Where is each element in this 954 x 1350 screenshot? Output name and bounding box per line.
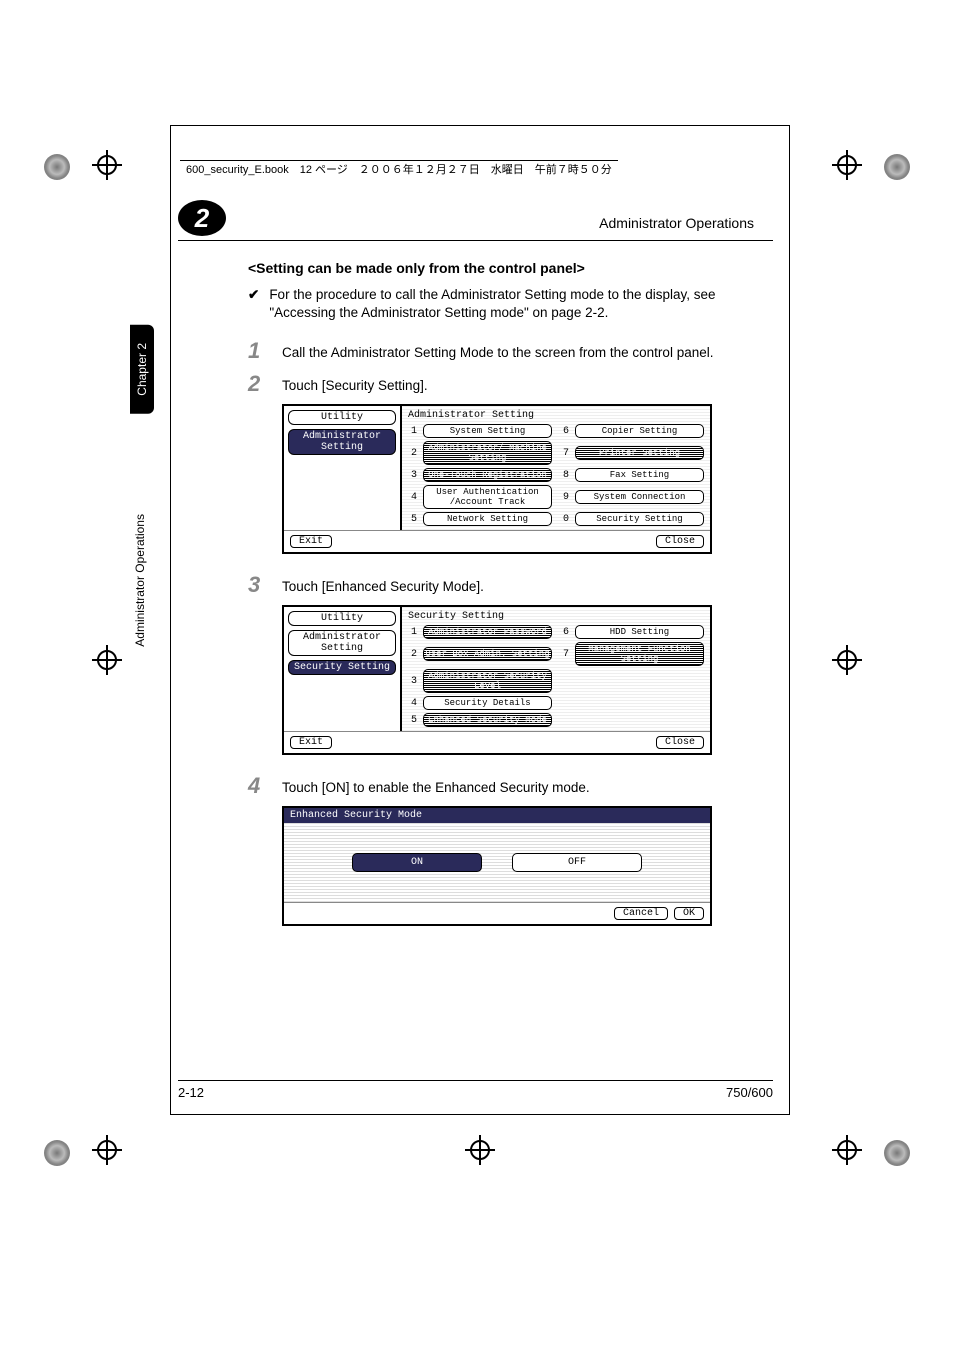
close-button[interactable]: Close	[656, 736, 704, 749]
step-1: 1 Call the Administrator Setting Mode to…	[248, 340, 768, 363]
registration-mark-icon	[832, 645, 862, 675]
menu-printer-setting[interactable]: 7Printer Setting	[560, 441, 704, 465]
menu-user-auth[interactable]: 4User Authentication /Account Track	[408, 485, 552, 509]
page-footer: 2-12 750/600	[178, 1080, 773, 1100]
registration-mark-icon	[832, 1135, 862, 1165]
side-tab-chapter: Chapter 2	[130, 325, 154, 414]
menu-network-setting[interactable]: 5Network Setting	[408, 512, 552, 526]
menu-admin-security-level[interactable]: 3Administrator Security Level	[408, 669, 552, 693]
breadcrumb-utility[interactable]: Utility	[288, 611, 396, 626]
decoration-sphere	[44, 154, 70, 180]
decoration-sphere	[884, 154, 910, 180]
breadcrumb-security-setting[interactable]: Security Setting	[288, 660, 396, 675]
step-text: Touch [Enhanced Security Mode].	[282, 574, 484, 597]
breadcrumb-admin-setting[interactable]: Administrator Setting	[288, 630, 396, 656]
off-button[interactable]: OFF	[512, 853, 642, 872]
breadcrumb-utility[interactable]: Utility	[288, 410, 396, 425]
registration-mark-icon	[92, 1135, 122, 1165]
step-number: 3	[248, 574, 268, 596]
panel-title: Security Setting	[408, 611, 704, 622]
ok-button[interactable]: OK	[674, 907, 704, 920]
exit-button[interactable]: Exit	[290, 535, 332, 548]
menu-system-setting[interactable]: 1System Setting	[408, 424, 552, 438]
registration-mark-icon	[92, 645, 122, 675]
registration-mark-icon	[465, 1135, 495, 1165]
step-text: Touch [ON] to enable the Enhanced Securi…	[282, 775, 590, 798]
step-3: 3 Touch [Enhanced Security Mode].	[248, 574, 768, 597]
main-content: <Setting can be made only from the contr…	[248, 260, 768, 946]
step-2: 2 Touch [Security Setting].	[248, 373, 768, 396]
menu-security-details[interactable]: 4Security Details	[408, 696, 552, 710]
step-4: 4 Touch [ON] to enable the Enhanced Secu…	[248, 775, 768, 798]
decoration-sphere	[884, 1140, 910, 1166]
step-number: 2	[248, 373, 268, 395]
menu-admin-password[interactable]: 1Administrator Password	[408, 625, 552, 639]
side-tab-section: Administrator Operations	[130, 454, 150, 707]
breadcrumb-admin-setting[interactable]: Administrator Setting	[288, 429, 396, 455]
note-line: ✔ For the procedure to call the Administ…	[248, 286, 768, 322]
source-file-text: 600_security_E.book 12 ページ ２００６年１２月２７日 水…	[180, 160, 618, 179]
menu-admin-machine[interactable]: 2Administrator/ Machine Setting	[408, 441, 552, 465]
screenshot-enhanced-security-mode: Enhanced Security Mode ON OFF Cancel OK	[282, 806, 712, 926]
page-number: 2-12	[178, 1085, 204, 1100]
panel-title: Enhanced Security Mode	[284, 808, 710, 823]
step-text: Touch [Security Setting].	[282, 373, 428, 396]
menu-fax-setting[interactable]: 8Fax Setting	[560, 468, 704, 482]
running-header: Administrator Operations	[599, 215, 754, 231]
on-button[interactable]: ON	[352, 853, 482, 872]
screenshot-admin-setting: Utility Administrator Setting Administra…	[282, 404, 712, 554]
section-heading: <Setting can be made only from the contr…	[248, 260, 768, 276]
close-button[interactable]: Close	[656, 535, 704, 548]
side-tabs: Chapter 2 Administrator Operations	[130, 325, 156, 706]
note-text: For the procedure to call the Administra…	[269, 286, 768, 322]
decoration-sphere	[44, 1140, 70, 1166]
screenshot-security-setting: Utility Administrator Setting Security S…	[282, 605, 712, 755]
menu-copier-setting[interactable]: 6Copier Setting	[560, 424, 704, 438]
menu-management-function[interactable]: 7Management Function Setting	[560, 642, 704, 666]
registration-mark-icon	[832, 150, 862, 180]
menu-enhanced-security-mode[interactable]: 5Enhanced Security Mode	[408, 713, 552, 727]
step-number: 1	[248, 340, 268, 362]
menu-hdd-setting[interactable]: 6HDD Setting	[560, 625, 704, 639]
menu-security-setting[interactable]: 0Security Setting	[560, 512, 704, 526]
checkmark-icon: ✔	[248, 286, 259, 322]
menu-onetouch[interactable]: 3One-Touch Registration	[408, 468, 552, 482]
step-number: 4	[248, 775, 268, 797]
source-file-header: 600_security_E.book 12 ページ ２００６年１２月２７日 水…	[180, 160, 618, 179]
model-number: 750/600	[726, 1085, 773, 1100]
menu-userbox-admin[interactable]: 2User Box Admin. Setting	[408, 642, 552, 666]
cancel-button[interactable]: Cancel	[614, 907, 668, 920]
step-text: Call the Administrator Setting Mode to t…	[282, 340, 713, 363]
panel-title: Administrator Setting	[408, 410, 704, 421]
header-divider	[178, 240, 773, 241]
exit-button[interactable]: Exit	[290, 736, 332, 749]
menu-system-connection[interactable]: 9System Connection	[560, 485, 704, 509]
registration-mark-icon	[92, 150, 122, 180]
